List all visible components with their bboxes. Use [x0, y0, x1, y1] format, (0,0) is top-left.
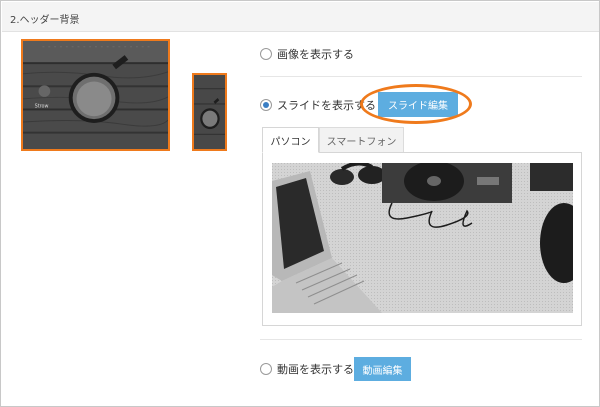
- smartphone-header-thumbnail[interactable]: [192, 73, 227, 151]
- tab-smartphone[interactable]: スマートフォン: [319, 127, 404, 153]
- option-show-image[interactable]: 画像を表示する: [260, 46, 354, 62]
- radio-button-icon[interactable]: [260, 99, 272, 111]
- divider: [260, 76, 582, 77]
- pc-header-thumbnail[interactable]: Strow: [21, 39, 170, 151]
- option-label-video: 動画を表示する: [277, 363, 354, 376]
- radio-button-icon[interactable]: [260, 48, 272, 60]
- tab-pc[interactable]: パソコン: [262, 127, 319, 153]
- slide-edit-button[interactable]: スライド編集: [378, 92, 458, 117]
- svg-text:Strow: Strow: [35, 104, 49, 110]
- option-show-slide[interactable]: スライドを表示する: [260, 97, 376, 113]
- video-edit-button[interactable]: 動画編集: [354, 357, 411, 381]
- radio-button-icon[interactable]: [260, 363, 272, 375]
- header-background-panel: 2.ヘッダー背景 Strow 画像を表示する スライドを表示する スライド編集 …: [0, 0, 600, 407]
- option-show-video[interactable]: 動画を表示する: [260, 361, 354, 377]
- section-title: 2.ヘッダー背景: [10, 15, 80, 26]
- divider: [260, 339, 582, 340]
- coffee-cup-image: Strow: [23, 41, 168, 149]
- slide-preview-image[interactable]: [272, 163, 573, 313]
- option-label-slide: スライドを表示する: [277, 99, 376, 112]
- option-label-image: 画像を表示する: [277, 48, 354, 61]
- section-header: 2.ヘッダー背景: [2, 2, 599, 32]
- tab-panel-pc: [262, 152, 582, 326]
- coffee-cup-image-mobile: [194, 75, 225, 149]
